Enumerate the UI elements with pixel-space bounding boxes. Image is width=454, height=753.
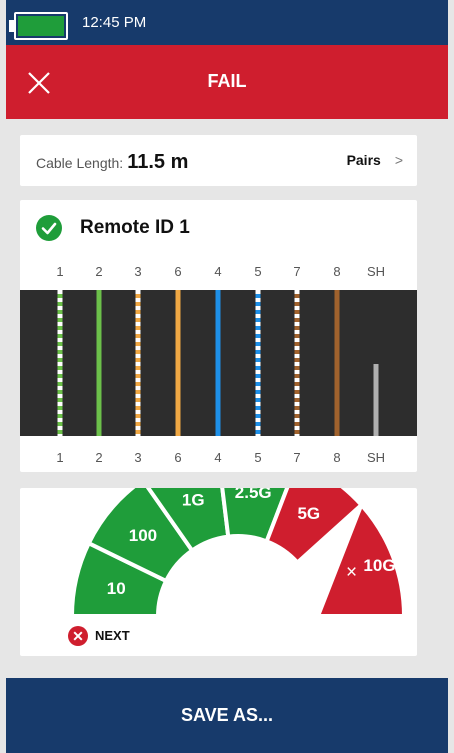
speed-label: 5G: [297, 504, 320, 523]
wire-label-top: 8: [333, 264, 340, 279]
remote-id-title: Remote ID 1: [80, 217, 190, 238]
cable-length-value: 11.5 m: [127, 151, 189, 173]
wire-label-top: 5: [254, 264, 261, 279]
wire-label-top: 6: [174, 264, 181, 279]
check-circle-icon: [36, 215, 62, 241]
wire-label-top: 4: [214, 264, 221, 279]
save-as-button[interactable]: SAVE AS...: [6, 678, 448, 753]
speed-label: 100: [129, 526, 157, 545]
x-circle-icon: [68, 626, 88, 646]
cable-length-label: Cable Length: 11.5 m: [36, 151, 188, 174]
result-title: FAIL: [207, 71, 247, 91]
wire-label-top: 2: [95, 264, 102, 279]
pairs-label: Pairs: [346, 152, 381, 168]
wire-label-bottom: 6: [174, 450, 181, 465]
wire-label-bottom: 3: [134, 450, 141, 465]
pairs-button[interactable]: Pairs >: [347, 152, 403, 168]
chevron-right-icon: >: [394, 152, 403, 168]
wire-label-bottom: SH: [367, 450, 385, 465]
wire-label-top: 1: [56, 264, 63, 279]
wire-label-top: SH: [367, 264, 385, 279]
wire-label-bottom: 1: [56, 450, 63, 465]
result-header: FAIL: [6, 45, 448, 119]
status-time: 12:45 PM: [82, 14, 147, 31]
wire-label-bottom: 8: [333, 450, 340, 465]
next-label: NEXT: [95, 628, 130, 643]
wire-map: 1 1 2 2 3 3 6 6 4 4 5 5 7 7 8 8 SH SH: [20, 264, 417, 465]
speed-label: 10G: [363, 556, 395, 575]
battery-level: [18, 16, 64, 36]
cable-length-card: Cable Length: 11.5 m Pairs >: [20, 135, 417, 186]
wire-label-bottom: 5: [254, 450, 261, 465]
status-bar: 12:45 PM: [6, 0, 448, 45]
wire-label-top: 7: [293, 264, 300, 279]
wire-label-bottom: 2: [95, 450, 102, 465]
remote-id-card: Remote ID 1 1 1 2 2 3 3 6 6 4 4 5 5 7 7 8 8 SH SH: [20, 200, 417, 472]
save-as-label: SAVE AS...: [180, 705, 274, 725]
speed-card: 10 100 1G 2.5G 5G 10G × NEXT: [20, 488, 417, 656]
wire-label-bottom: 4: [214, 450, 221, 465]
cable-length-caption: Cable Length:: [36, 155, 124, 171]
speed-label: 2.5G: [235, 488, 272, 502]
wire-label-bottom: 7: [293, 450, 300, 465]
wire-label-top: 3: [134, 264, 141, 279]
speed-label: 1G: [182, 490, 205, 509]
speed-label: 10: [107, 579, 126, 598]
battery-icon: [14, 12, 68, 40]
fail-marker-icon: ×: [346, 562, 357, 583]
